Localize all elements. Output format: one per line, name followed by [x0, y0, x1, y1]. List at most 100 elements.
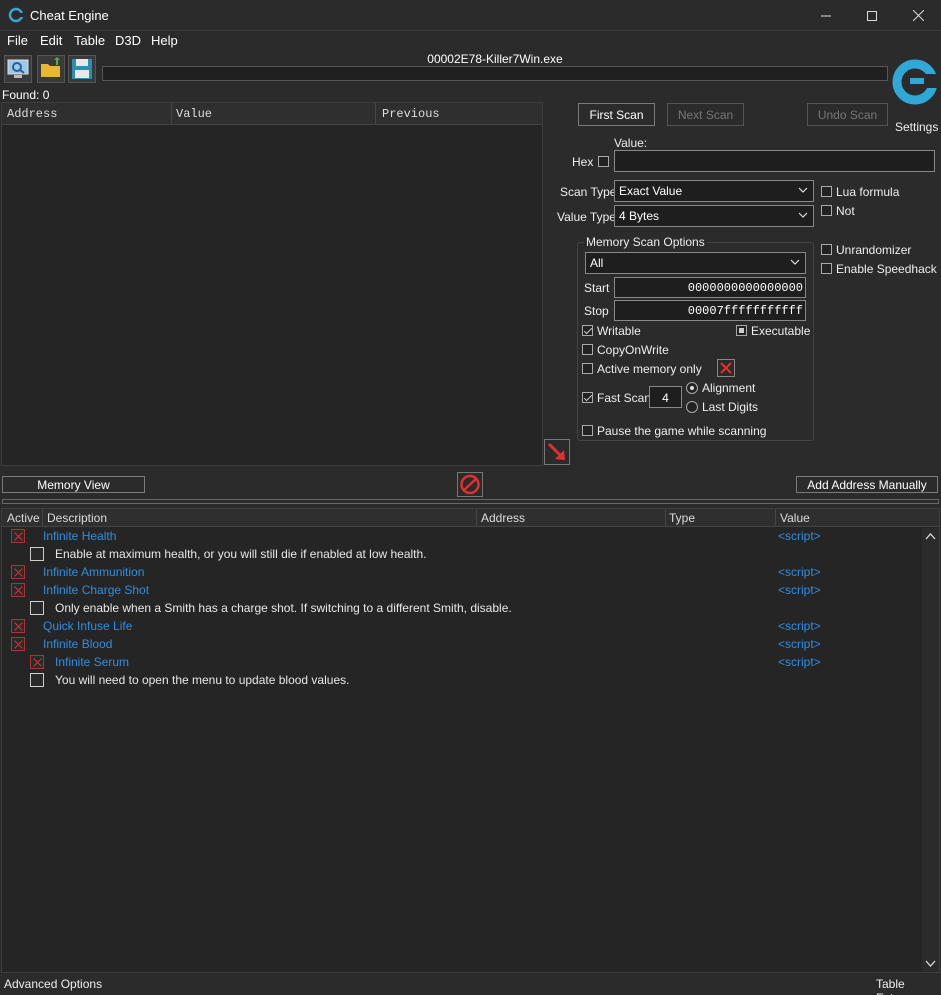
- col-description[interactable]: Description: [47, 511, 107, 525]
- scan-type-select[interactable]: Exact Value: [614, 180, 814, 202]
- copyonwrite-checkbox[interactable]: [582, 344, 593, 355]
- inactive-x-checkbox[interactable]: [11, 565, 25, 579]
- start-address-input[interactable]: 0000000000000000: [614, 277, 806, 298]
- writable-label: Writable: [597, 324, 641, 338]
- pause-game-label: Pause the game while scanning: [597, 424, 767, 438]
- value-input[interactable]: [614, 150, 935, 172]
- chevron-down-icon: [798, 187, 808, 193]
- menu-d3d[interactable]: D3D: [115, 33, 141, 48]
- table-row[interactable]: Enable at maximum health, or you will st…: [2, 546, 921, 564]
- table-row[interactable]: Infinite Ammunition <script>: [2, 564, 921, 582]
- hex-checkbox[interactable]: [598, 156, 609, 167]
- undo-scan-button[interactable]: Undo Scan: [807, 103, 888, 126]
- row-value: <script>: [778, 583, 821, 597]
- menu-bar: File Edit Table D3D Help: [0, 31, 941, 51]
- col-previous[interactable]: Previous: [382, 107, 440, 121]
- fast-scan-value-input[interactable]: 4: [649, 386, 682, 408]
- cheat-engine-logo-icon[interactable]: [892, 52, 938, 118]
- save-button[interactable]: [68, 55, 96, 83]
- scan-results-list[interactable]: Address Value Previous: [1, 102, 543, 466]
- memory-scan-options-title: Memory Scan Options: [584, 235, 707, 249]
- row-description: Infinite Ammunition: [43, 565, 145, 579]
- row-description: Infinite Charge Shot: [43, 583, 150, 597]
- add-address-manually-button[interactable]: Add Address Manually: [796, 476, 938, 493]
- table-row[interactable]: Infinite Serum <script>: [2, 654, 921, 672]
- row-value: <script>: [778, 619, 821, 633]
- value-type-select[interactable]: 4 Bytes: [614, 205, 814, 227]
- executable-checkbox[interactable]: [736, 325, 747, 336]
- row-value: <script>: [778, 655, 821, 669]
- table-row[interactable]: Infinite Health <script>: [2, 528, 921, 546]
- inactive-x-checkbox[interactable]: [11, 637, 25, 651]
- last-digits-radio[interactable]: [686, 401, 698, 413]
- inactive-x-checkbox[interactable]: [11, 619, 25, 633]
- inactive-x-checkbox[interactable]: [11, 583, 25, 597]
- panel-splitter[interactable]: [2, 499, 939, 504]
- chevron-up-icon[interactable]: [925, 532, 936, 540]
- fast-scan-checkbox[interactable]: [582, 392, 593, 403]
- not-checkbox[interactable]: [821, 205, 832, 216]
- row-description: Infinite Blood: [43, 637, 113, 651]
- menu-edit[interactable]: Edit: [40, 33, 62, 48]
- add-selected-to-list-button[interactable]: [544, 439, 570, 465]
- stop-address-input[interactable]: 00007fffffffffff: [614, 300, 806, 321]
- unrandomizer-label: Unrandomizer: [836, 243, 912, 257]
- alignment-radio[interactable]: [686, 382, 698, 394]
- col-address[interactable]: Address: [7, 107, 57, 121]
- row-checkbox[interactable]: [30, 673, 44, 687]
- table-row[interactable]: Infinite Charge Shot <script>: [2, 582, 921, 600]
- pause-game-checkbox[interactable]: [582, 425, 593, 436]
- first-scan-button[interactable]: First Scan: [578, 103, 655, 126]
- chevron-down-icon: [790, 259, 800, 265]
- menu-file[interactable]: File: [7, 33, 28, 48]
- maximize-icon: [867, 10, 877, 21]
- speedhack-checkbox[interactable]: [821, 263, 832, 274]
- memory-view-button[interactable]: Memory View: [2, 476, 145, 493]
- hex-label: Hex: [572, 155, 594, 169]
- inactive-x-checkbox[interactable]: [11, 529, 25, 543]
- table-row[interactable]: Quick Infuse Life <script>: [2, 618, 921, 636]
- col-address[interactable]: Address: [481, 511, 525, 525]
- cheat-table[interactable]: Active Description Address Type Value In…: [1, 508, 940, 973]
- col-type[interactable]: Type: [669, 511, 695, 525]
- computer-search-icon: [7, 59, 29, 78]
- active-memory-x-button[interactable]: [717, 359, 735, 377]
- row-description: You will need to open the menu to update…: [55, 673, 350, 687]
- next-scan-button[interactable]: Next Scan: [667, 103, 744, 126]
- minimize-button[interactable]: [803, 0, 849, 31]
- lua-formula-label: Lua formula: [836, 185, 900, 199]
- inactive-x-checkbox[interactable]: [30, 655, 44, 669]
- value-type-value: 4 Bytes: [619, 209, 660, 223]
- row-description: Infinite Health: [43, 529, 117, 543]
- value-type-label: Value Type: [557, 210, 616, 224]
- table-row[interactable]: You will need to open the menu to update…: [2, 672, 921, 690]
- table-extras-link[interactable]: Table Extras: [876, 977, 941, 995]
- table-row[interactable]: Only enable when a Smith has a charge sh…: [2, 600, 921, 618]
- col-active[interactable]: Active: [7, 511, 40, 525]
- advanced-options-link[interactable]: Advanced Options: [4, 977, 102, 991]
- vertical-scrollbar[interactable]: [922, 528, 939, 972]
- lua-formula-checkbox[interactable]: [821, 186, 832, 197]
- active-memory-checkbox[interactable]: [582, 363, 593, 374]
- row-checkbox[interactable]: [30, 601, 44, 615]
- title-bar: Cheat Engine: [0, 0, 941, 31]
- col-value[interactable]: Value: [176, 107, 212, 121]
- maximize-button[interactable]: [849, 0, 895, 31]
- writable-checkbox[interactable]: [582, 325, 593, 336]
- row-checkbox[interactable]: [30, 547, 44, 561]
- stop-label: Stop: [584, 304, 609, 318]
- process-name: 00002E78-Killer7Win.exe: [427, 52, 563, 66]
- open-process-button[interactable]: [4, 55, 32, 83]
- chevron-down-icon[interactable]: [925, 960, 936, 968]
- menu-table[interactable]: Table: [74, 33, 105, 48]
- settings-link[interactable]: Settings: [895, 120, 938, 134]
- col-value[interactable]: Value: [780, 511, 810, 525]
- close-button[interactable]: [895, 0, 941, 31]
- memory-region-select[interactable]: All: [585, 252, 806, 274]
- red-x-icon: [720, 362, 732, 374]
- table-row[interactable]: Infinite Blood <script>: [2, 636, 921, 654]
- unrandomizer-checkbox[interactable]: [821, 244, 832, 255]
- menu-help[interactable]: Help: [151, 33, 178, 48]
- clear-list-button[interactable]: [457, 472, 483, 497]
- open-file-button[interactable]: [37, 55, 65, 83]
